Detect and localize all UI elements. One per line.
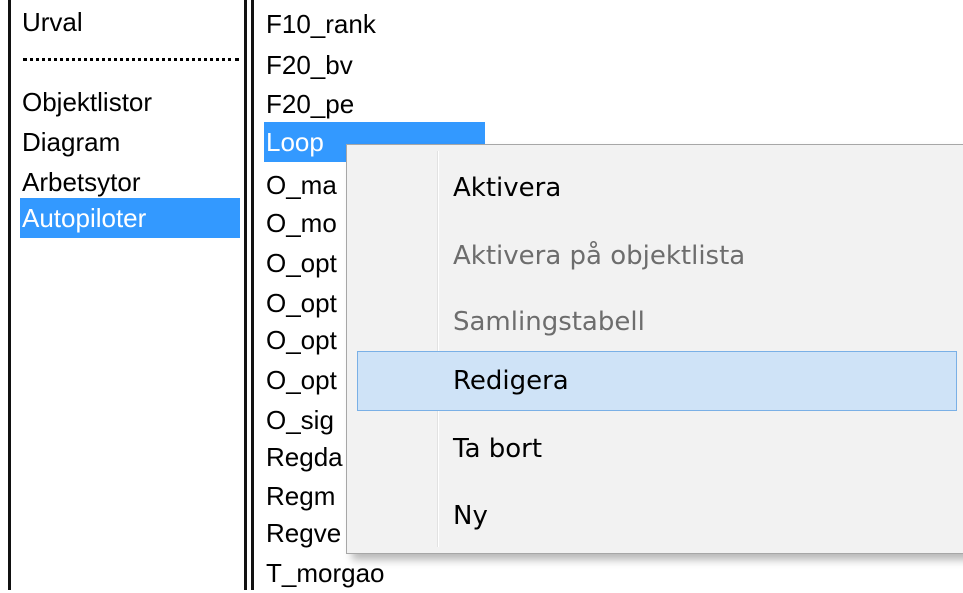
menu-item-redigera[interactable]: Redigera — [357, 351, 957, 411]
category-item-diagram[interactable]: Diagram — [20, 122, 120, 162]
category-item-arbetsytor[interactable]: Arbetsytor — [20, 162, 141, 202]
list-item[interactable]: O_opt — [264, 283, 337, 323]
list-item[interactable]: F20_bv — [264, 45, 353, 85]
list-item[interactable]: T_morgao — [264, 553, 385, 593]
list-item[interactable]: Regve — [264, 513, 341, 553]
menu-item-label: Redigera — [453, 366, 569, 396]
splitter-line-right[interactable] — [251, 0, 254, 590]
menu-item-label: Aktivera — [453, 173, 562, 203]
splitter-line-left[interactable] — [244, 0, 247, 590]
menu-item-aktivera-pa-objektlista[interactable]: Aktivera på objektlista — [357, 227, 957, 287]
menu-item-label: Samlingstabell — [453, 307, 645, 337]
list-item[interactable]: Regm — [264, 476, 335, 516]
list-item[interactable]: O_mo — [264, 203, 337, 243]
menu-item-label: Ta bort — [453, 434, 543, 464]
list-item[interactable]: O_opt — [264, 360, 337, 400]
list-item[interactable]: O_opt — [264, 243, 337, 283]
menu-item-ny[interactable]: Ny — [357, 487, 957, 547]
list-item[interactable]: O_ma — [264, 165, 337, 205]
list-item[interactable]: F10_rank — [264, 4, 376, 44]
list-item[interactable]: O_sig — [264, 400, 334, 440]
menu-item-label: Aktivera på objektlista — [453, 241, 746, 271]
list-item[interactable]: O_opt — [264, 320, 337, 360]
context-menu: Aktivera Aktivera på objektlista Samling… — [346, 144, 963, 554]
menu-item-label: Ny — [453, 501, 488, 531]
left-border-line — [8, 0, 11, 590]
category-separator — [23, 58, 239, 61]
category-item-objektlistor[interactable]: Objektlistor — [20, 82, 152, 122]
menu-item-aktivera[interactable]: Aktivera — [357, 159, 957, 219]
menu-item-ta-bort[interactable]: Ta bort — [357, 420, 957, 480]
menu-item-samlingstabell[interactable]: Samlingstabell — [357, 293, 957, 353]
category-item-urval[interactable]: Urval — [20, 2, 83, 42]
list-item[interactable]: Regda — [264, 437, 343, 477]
list-item[interactable]: F20_pe — [264, 84, 354, 124]
category-item-autopiloter[interactable]: Autopiloter — [20, 198, 240, 238]
